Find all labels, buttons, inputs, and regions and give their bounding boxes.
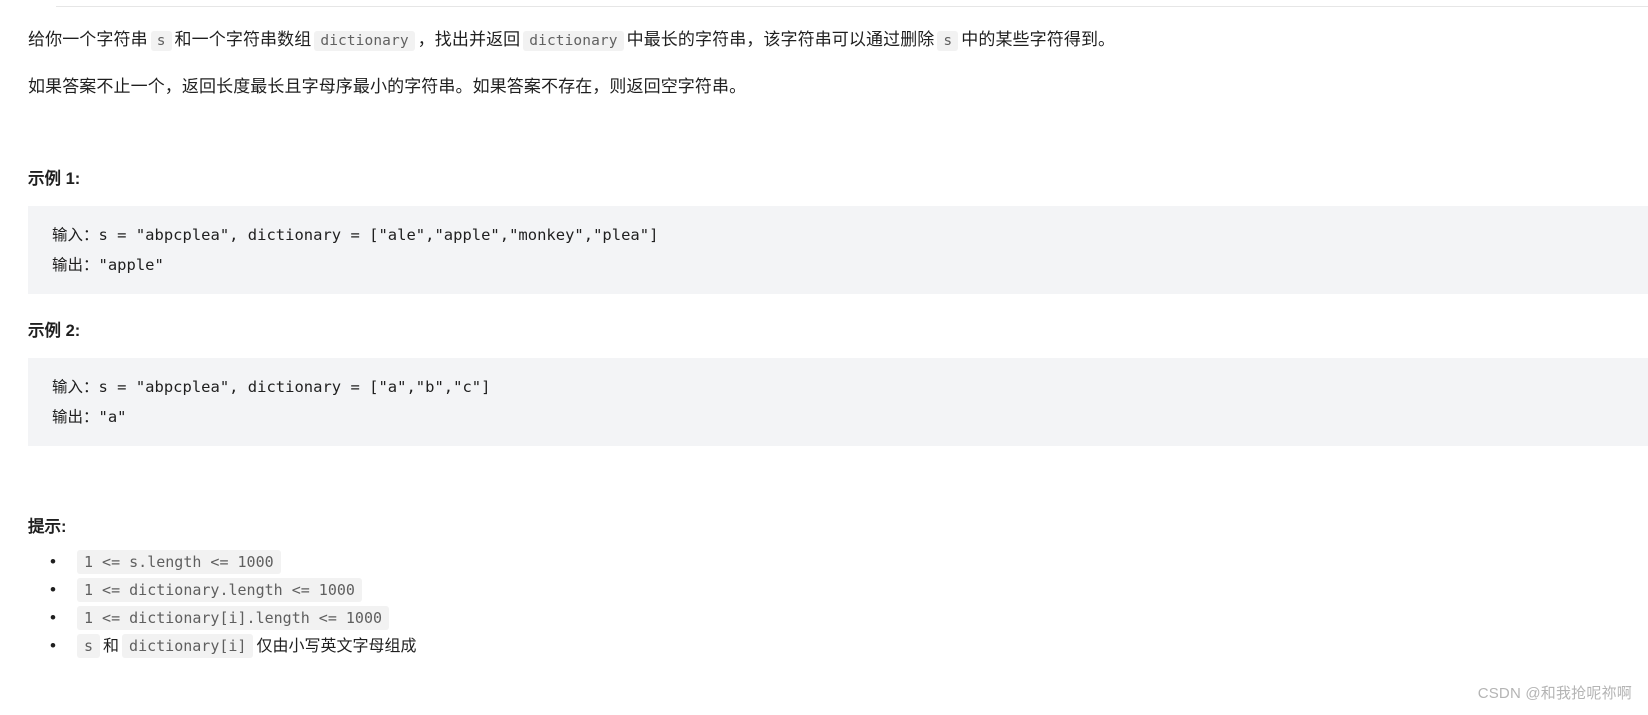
inline-code-dictionary-2: dictionary	[523, 31, 624, 51]
description-text-5: 中的某些字符得到。	[961, 30, 1116, 49]
hint-code-s: s	[77, 634, 101, 658]
list-item: s和dictionary[i]仅由小写英文字母组成	[50, 632, 417, 660]
hint-code-2: 1 <= dictionary.length <= 1000	[77, 578, 362, 602]
description-text-4: 中最长的字符串，该字符串可以通过删除	[626, 30, 935, 49]
inline-code-dictionary-1: dictionary	[314, 31, 415, 51]
example-2-title: 示例 2:	[28, 322, 81, 340]
description-text-1: 给你一个字符串	[28, 30, 148, 49]
hint-code-dictionary-i: dictionary[i]	[122, 634, 254, 658]
document-page: 给你一个字符串 s 和一个字符串数组 dictionary ，找出并返回 dictiona…	[0, 0, 1648, 715]
csdn-watermark: CSDN @和我抢呢祢啊	[1477, 685, 1632, 702]
example-1-code-block: 输入：s = "abpcplea", dictionary = ["ale","…	[28, 206, 1648, 294]
description-text-2: 和一个字符串数组	[174, 30, 312, 49]
description-paragraph-2: 如果答案不止一个，返回长度最长且字母序最小的字符串。如果答案不存在，则返回空字符…	[28, 77, 747, 96]
example-1-title: 示例 1:	[28, 170, 81, 188]
list-item: 1 <= dictionary.length <= 1000	[50, 576, 416, 604]
hint-code-1: 1 <= s.length <= 1000	[77, 550, 281, 574]
example-2-code-block: 输入：s = "abpcplea", dictionary = ["a","b"…	[28, 358, 1648, 446]
hints-list: 1 <= s.length <= 1000 1 <= dictionary.le…	[28, 548, 417, 660]
inline-code-s-1: s	[150, 31, 172, 51]
description-paragraph-1: 给你一个字符串 s 和一个字符串数组 dictionary ，找出并返回 dictiona…	[28, 0, 1648, 56]
list-item: 1 <= s.length <= 1000	[50, 548, 416, 576]
problem-description: 给你一个字符串 s 和一个字符串数组 dictionary ，找出并返回 dictiona…	[28, 0, 1648, 102]
hint-text-and: 和	[103, 638, 120, 655]
description-text-3: ，找出并返回	[417, 30, 521, 49]
hints-title: 提示:	[28, 518, 67, 536]
list-item: 1 <= dictionary[i].length <= 1000	[50, 604, 416, 632]
inline-code-s-2: s	[937, 31, 959, 51]
hint-text-lowercase: 仅由小写英文字母组成	[256, 638, 417, 655]
hint-code-3: 1 <= dictionary[i].length <= 1000	[77, 606, 390, 630]
